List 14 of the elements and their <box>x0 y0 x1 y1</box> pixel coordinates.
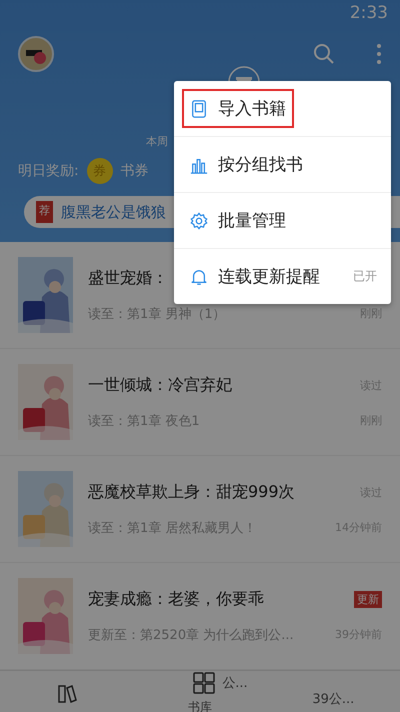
banner-title: 腹黑老公是饿狼 <box>61 202 166 222</box>
book-title: 恶魔校草欺上身：甜宠999次 <box>88 482 295 502</box>
reward-name: 书券 <box>120 162 149 180</box>
recommend-tag: 荐 <box>36 201 53 223</box>
reward-label: 明日奖励: <box>18 162 79 180</box>
week-label: 本周 <box>146 135 168 148</box>
book-title: 宠妻成瘾：老婆，你要乖 <box>88 588 264 610</box>
menu-item-value: 已开 <box>353 268 377 285</box>
status-time: 2:33 <box>350 3 388 23</box>
book-title: 一世倾城：冷宫弃妃 <box>88 374 232 396</box>
book-title: 盛世宠婚： <box>88 268 168 288</box>
book-status: 更新 <box>354 590 382 608</box>
toast-text: 公... <box>222 675 248 692</box>
toast-text: 39公... <box>312 691 354 708</box>
